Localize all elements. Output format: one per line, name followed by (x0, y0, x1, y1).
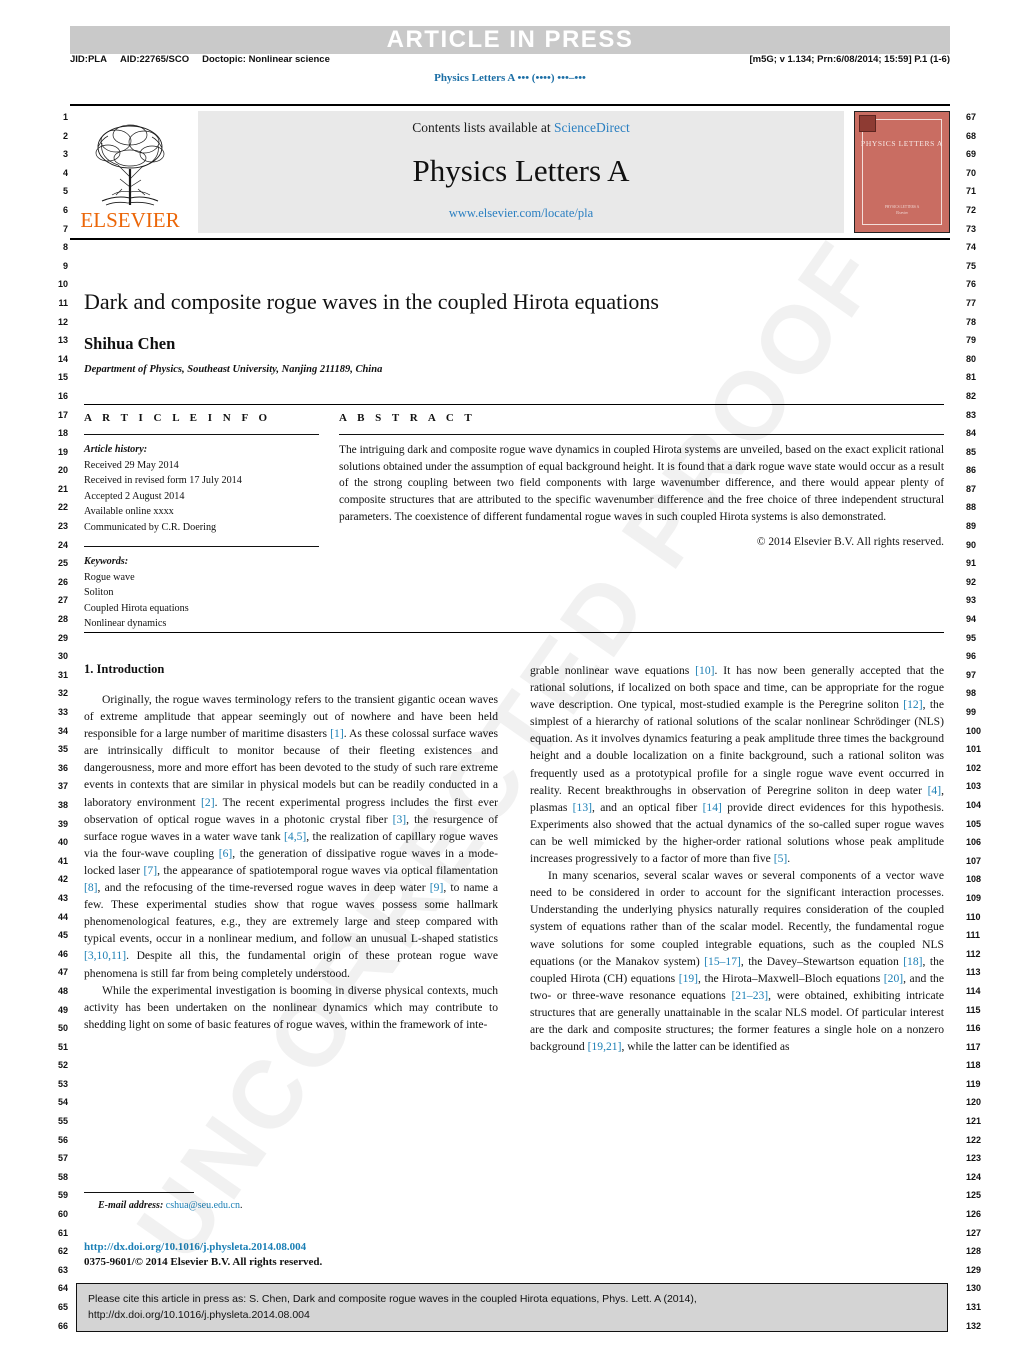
paragraph: While the experimental investigation is … (84, 983, 498, 1031)
cite-this-article-box: Please cite this article in press as: S.… (76, 1283, 948, 1332)
citation-reference[interactable]: [9] (430, 881, 444, 894)
article-history-label: Article history: (84, 444, 148, 455)
proof-typesetter-stamp: [m5G; v 1.134; Prn:6/08/2014; 15:59] P.1… (749, 54, 950, 65)
issn-copyright-line: 0375-9601/© 2014 Elsevier B.V. All right… (84, 1256, 323, 1268)
history-item: Available online xxxx (84, 506, 174, 517)
cover-footer-text: PHYSICS LETTERS A Elsevier (884, 204, 920, 215)
masthead-rule-bottom (70, 238, 950, 240)
author-affiliation: Department of Physics, Southeast Univers… (84, 363, 383, 375)
keywords-rule (84, 546, 319, 547)
proof-metadata-row: JID:PLA AID:22765/SCO Doctopic: Nonlinear … (70, 54, 950, 65)
abstract-heading: A B S T R A C T (339, 412, 476, 424)
citation-reference[interactable]: [19,21] (588, 1040, 622, 1053)
email-address-link[interactable]: cshua@seu.edu.cn (166, 1200, 240, 1211)
doi-link[interactable]: http://dx.doi.org/10.1016/j.physleta.201… (84, 1241, 306, 1253)
journal-running-head: Physics Letters A ••• (••••) •••–••• (434, 72, 586, 84)
citation-line-1: Please cite this article in press as: S.… (88, 1293, 697, 1305)
section-heading-introduction: 1. Introduction (84, 662, 165, 676)
abstract-rule (339, 434, 944, 435)
contents-available-line: Contents lists available at ScienceDirec… (412, 120, 629, 136)
body-columns: 1. Introduction Originally, the rogue wa… (84, 662, 944, 1055)
citation-reference[interactable]: [6] (219, 847, 233, 860)
article-history-group: Article history: Received 29 May 2014 Re… (84, 442, 319, 535)
keywords-label: Keywords: (84, 556, 129, 567)
citation-reference[interactable]: [4,5] (284, 830, 306, 843)
contents-prefix: Contents lists available at (412, 120, 551, 135)
info-abstract-region: A R T I C L E I N F O Article history: R… (84, 412, 944, 632)
keywords-group: Keywords: Rogue wave Soliton Coupled Hir… (84, 554, 319, 632)
keyword-item: Soliton (84, 587, 114, 598)
citation-reference[interactable]: [2] (201, 796, 215, 809)
journal-info-panel: Contents lists available at ScienceDirec… (198, 111, 844, 233)
citation-reference[interactable]: [1] (330, 727, 344, 740)
abstract-text: The intriguing dark and composite rogue … (339, 444, 944, 523)
body-column-left: 1. Introduction Originally, the rogue wa… (84, 662, 498, 1055)
email-suffix: . (239, 1200, 243, 1211)
history-item: Received 29 May 2014 (84, 459, 179, 471)
article-info-heading: A R T I C L E I N F O (84, 412, 272, 424)
citation-reference[interactable]: [19] (679, 972, 698, 985)
corresponding-email-line: E-mail address: cshua@seu.edu.cn. (84, 1200, 498, 1211)
author-name: Shihua Chen (84, 333, 176, 353)
elsevier-tree-icon (95, 124, 165, 206)
citation-reference[interactable]: [7] (144, 864, 158, 877)
elsevier-logo: ELSEVIER (70, 111, 190, 233)
article-id: AID:22765/SCO (119, 54, 190, 65)
abstract-copyright: © 2014 Elsevier B.V. All rights reserved… (756, 536, 944, 549)
journal-title: Physics Letters A (412, 153, 630, 188)
keyword-item: Nonlinear dynamics (84, 618, 167, 629)
journal-homepage-link[interactable]: www.elsevier.com/locate/pla (449, 206, 593, 221)
elsevier-wordmark: ELSEVIER (80, 208, 180, 232)
paragraph: grable nonlinear wave equations [10]. It… (530, 664, 945, 866)
cover-journal-title: PHYSICS LETTERS A (861, 139, 943, 148)
line-numbers-left: 1 2 3 4 5 6 7 8 9 10 11 12 13 14 15 16 17 18 19 20 21 22 23 24 2… (57, 112, 68, 1331)
citation-reference[interactable]: [13] (573, 801, 592, 814)
citation-reference[interactable]: [15–17] (704, 955, 741, 968)
doctopic: Doctopic: Nonlinear science (202, 54, 330, 65)
citation-reference[interactable]: [8] (84, 881, 98, 894)
abstract-block: A B S T R A C T The intriguing dark and … (339, 412, 944, 632)
citation-reference[interactable]: [14] (703, 801, 722, 814)
title-block: Dark and composite rogue waves in the co… (84, 288, 944, 375)
page-title: Dark and composite rogue waves in the co… (84, 289, 659, 314)
info-abstract-rule-top (84, 404, 944, 405)
paragraph: In many scenarios, several scalar waves … (530, 869, 945, 1054)
citation-reference[interactable]: [3,10,11] (84, 949, 126, 962)
citation-reference[interactable]: [12] (903, 698, 922, 711)
article-info-block: A R T I C L E I N F O Article history: R… (84, 412, 339, 632)
article-in-press-banner: ARTICLE IN PRESS (70, 26, 950, 54)
masthead-rule-top (70, 104, 950, 106)
citation-line-2[interactable]: http://dx.doi.org/10.1016/j.physleta.201… (88, 1307, 936, 1323)
history-item: Communicated by C.R. Doering (84, 521, 217, 533)
footnote-block: E-mail address: cshua@seu.edu.cn. (84, 1192, 498, 1211)
citation-reference[interactable]: [18] (903, 955, 922, 968)
cover-badge-icon (859, 115, 876, 132)
citation-reference[interactable]: [5] (774, 852, 788, 865)
citation-reference[interactable]: [3] (393, 813, 407, 826)
line-numbers-right: 67 68 69 70 71 72 73 74 75 76 77 78 79 80 81 82 83 84 85 86… (966, 112, 982, 1331)
citation-reference[interactable]: [4] (928, 784, 942, 797)
citation-reference[interactable]: [10] (695, 664, 714, 677)
journal-cover-thumbnail: PHYSICS LETTERS A PHYSICS LETTERS A Elsev… (854, 111, 950, 233)
article-in-press-label: ARTICLE IN PRESS (386, 26, 634, 53)
footnote-rule (84, 1192, 194, 1193)
history-item: Received in revised form 17 July 2014 (84, 475, 242, 486)
citation-reference[interactable]: [20] (884, 972, 903, 985)
article-info-rule (84, 434, 319, 435)
paragraph: Originally, the rogue waves terminology … (84, 693, 498, 980)
info-abstract-rule-bottom (84, 632, 944, 633)
history-item: Accepted 2 August 2014 (84, 490, 185, 502)
proof-metadata-left: JID:PLA AID:22765/SCO Doctopic: Nonlinear … (70, 54, 343, 65)
body-column-right: grable nonlinear wave equations [10]. It… (530, 662, 944, 1055)
journal-masthead: ELSEVIER Contents lists available at Sci… (70, 104, 950, 240)
email-label: E-mail address: (98, 1200, 164, 1211)
keyword-item: Coupled Hirota equations (84, 602, 189, 614)
keyword-item: Rogue wave (84, 571, 135, 583)
journal-id: JID:PLA (70, 54, 107, 65)
sciencedirect-link[interactable]: ScienceDirect (554, 120, 630, 135)
citation-reference[interactable]: [21–23] (731, 989, 768, 1002)
